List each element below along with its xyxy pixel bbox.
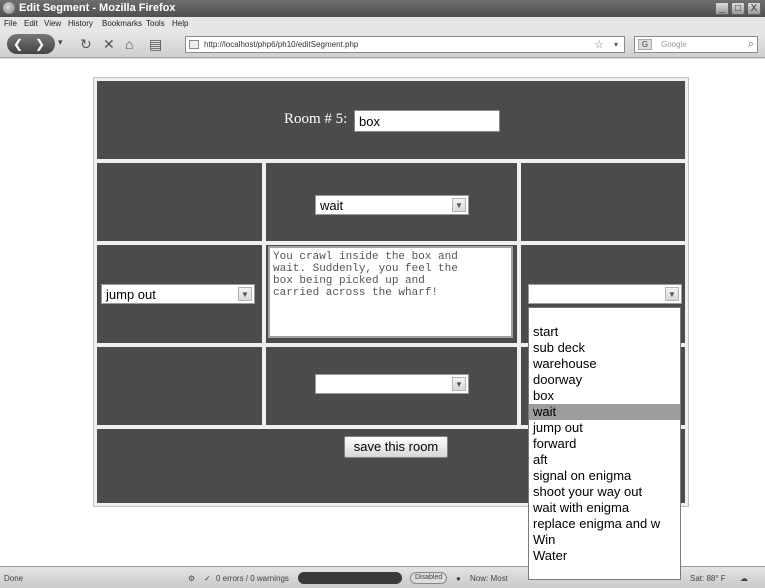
menu-bookmarks[interactable]: Bookmarks <box>102 19 142 28</box>
description-textarea[interactable]: You crawl inside the box and wait. Sudde… <box>268 246 513 338</box>
east-select[interactable]: ▼ <box>528 284 682 304</box>
chevron-down-icon: ▼ <box>452 198 466 212</box>
back-forward-buttons: ❮ ❯ <box>7 34 55 54</box>
back-icon[interactable]: ❮ <box>13 34 23 54</box>
menu-tools[interactable]: Tools <box>146 19 165 28</box>
dropdown-option[interactable]: start <box>529 324 680 340</box>
menu-edit[interactable]: Edit <box>24 19 38 28</box>
north-select[interactable]: wait ▼ <box>315 195 469 215</box>
url-bar[interactable]: http://localhost/php6/ph10/editSegment.p… <box>185 36 625 53</box>
dropdown-option[interactable]: signal on enigma <box>529 468 680 484</box>
home-icon[interactable]: ⌂ <box>125 35 133 53</box>
window-titlebar: Edit Segment - Mozilla Firefox _ □ X <box>0 0 765 17</box>
dropdown-option[interactable]: replace enigma and w <box>529 516 680 532</box>
dropdown-option[interactable]: shoot your way out <box>529 484 680 500</box>
south-left-cell <box>97 347 262 425</box>
disabled-chip[interactable]: Disabled <box>410 572 448 584</box>
save-room-button[interactable]: save this room <box>344 436 448 458</box>
stop-icon[interactable]: ✕ <box>103 35 115 53</box>
forward-icon[interactable]: ❯ <box>35 34 45 54</box>
now-status: Now: Most <box>470 574 508 583</box>
firefox-icon <box>3 2 15 14</box>
west-select-value: jump out <box>106 287 156 302</box>
dropdown-option[interactable]: Win <box>529 532 680 548</box>
history-dropdown-icon[interactable]: ▾ <box>58 37 63 48</box>
dropdown-option[interactable]: box <box>529 388 680 404</box>
google-icon[interactable]: G <box>638 39 652 50</box>
chevron-down-icon: ▼ <box>665 287 679 301</box>
window-title: Edit Segment - Mozilla Firefox <box>19 2 176 14</box>
menu-file[interactable]: File <box>4 19 17 28</box>
search-placeholder: Google <box>661 40 687 49</box>
dropdown-option[interactable]: doorway <box>529 372 680 388</box>
dropdown-option[interactable]: aft <box>529 452 680 468</box>
dropdown-option[interactable] <box>529 308 680 324</box>
cloud-icon: ☁ <box>740 574 748 583</box>
validator-status[interactable]: 0 errors / 0 warnings <box>216 574 289 583</box>
dropdown-option[interactable]: sub deck <box>529 340 680 356</box>
search-icon[interactable]: ⌕ <box>748 38 754 51</box>
minimize-button[interactable]: _ <box>715 2 729 15</box>
menu-help[interactable]: Help <box>172 19 188 28</box>
south-select[interactable]: ▼ <box>315 374 469 394</box>
dropdown-option[interactable]: warehouse <box>529 356 680 372</box>
menu-bar: File Edit View History Bookmarks Tools H… <box>0 17 765 31</box>
window-controls: _ □ X <box>715 2 761 15</box>
addon-icon[interactable]: ⚙ <box>188 574 195 583</box>
reload-icon[interactable]: ↻ <box>80 35 92 53</box>
chevron-down-icon: ▼ <box>238 287 252 301</box>
globe-icon: ● <box>456 574 461 583</box>
weather-status: Sat: 88° F <box>690 574 726 583</box>
dropdown-option[interactable]: Water <box>529 548 680 564</box>
navigation-toolbar: ❮ ❯ ▾ ↻ ✕ ⌂ ▤ http://localhost/php6/ph10… <box>0 31 765 58</box>
page-icon <box>189 40 199 49</box>
dropdown-option[interactable]: wait with enigma <box>529 500 680 516</box>
bookmark-page-icon[interactable]: ▤ <box>149 35 162 53</box>
toolbar-addon-pill[interactable] <box>298 572 402 584</box>
north-select-value: wait <box>320 198 344 213</box>
east-select-dropdown-list[interactable]: start sub deck warehouse doorway box wai… <box>528 307 681 580</box>
menu-history[interactable]: History <box>68 19 93 28</box>
url-dropdown-icon[interactable]: ▾ <box>614 40 618 49</box>
room-label: Room # 5: <box>284 111 348 127</box>
menu-view[interactable]: View <box>44 19 61 28</box>
dropdown-option-highlighted[interactable]: wait <box>529 404 680 420</box>
north-left-cell <box>97 163 262 241</box>
room-name-input[interactable]: box <box>354 110 500 132</box>
dropdown-option[interactable]: jump out <box>529 420 680 436</box>
search-bar[interactable]: G Google ⌕ <box>634 36 758 53</box>
chevron-down-icon: ▼ <box>452 377 466 391</box>
close-button[interactable]: X <box>747 2 761 15</box>
north-right-cell <box>521 163 685 241</box>
status-text: Done <box>4 574 24 583</box>
validator-icon: ✓ <box>204 574 211 583</box>
bookmark-star-icon[interactable]: ☆ <box>594 38 604 51</box>
url-text: http://localhost/php6/ph10/editSegment.p… <box>204 40 359 49</box>
west-select[interactable]: jump out ▼ <box>101 284 255 304</box>
maximize-button[interactable]: □ <box>731 2 745 15</box>
dropdown-option[interactable]: forward <box>529 436 680 452</box>
